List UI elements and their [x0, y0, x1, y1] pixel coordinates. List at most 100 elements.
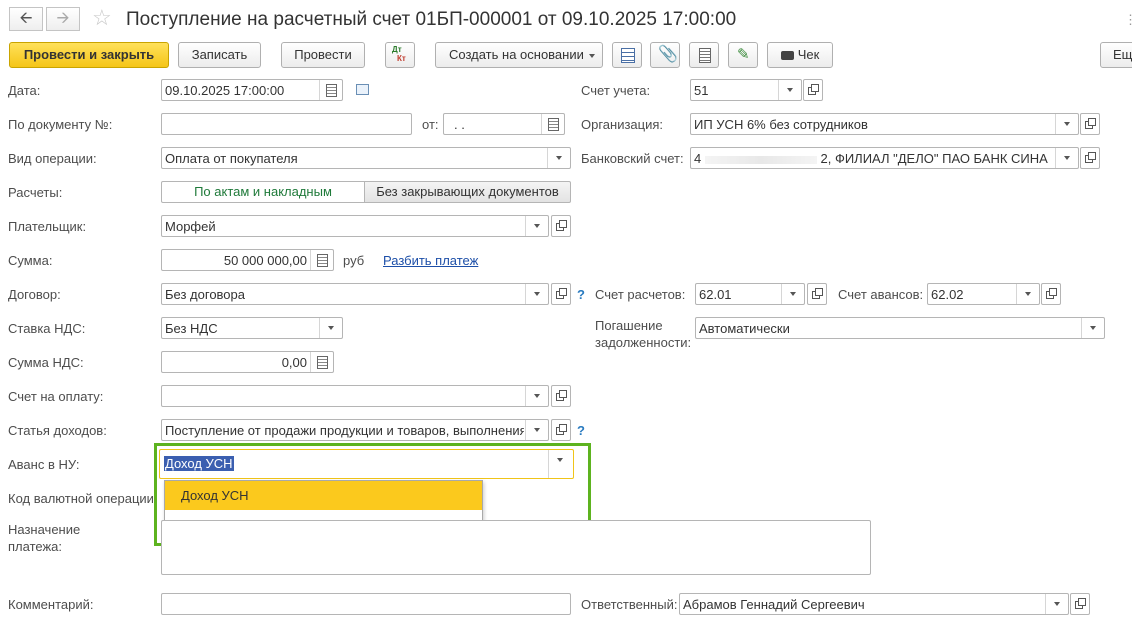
currency-op-code-label: Код валютной операции:: [8, 491, 158, 506]
open-contract-button[interactable]: [551, 283, 571, 305]
open-account-button[interactable]: [803, 79, 823, 101]
chevron-down-icon[interactable]: [1045, 594, 1068, 614]
vat-amount-label: Сумма НДС:: [8, 355, 84, 370]
payer-select[interactable]: Морфей: [161, 215, 549, 237]
amount-label: Сумма:: [8, 253, 53, 268]
operation-type-label: Вид операции:: [8, 151, 97, 166]
vat-rate-select[interactable]: Без НДС: [161, 317, 343, 339]
dt-kt-button[interactable]: Дт Кт: [385, 42, 415, 68]
settlement-account-select[interactable]: 62.01: [695, 283, 805, 305]
edit-pencil-icon: ✎: [737, 46, 750, 63]
chevron-down-icon[interactable]: [1081, 318, 1104, 338]
account-label: Счет учета:: [581, 83, 651, 98]
chevron-down-icon[interactable]: [778, 80, 801, 100]
bank-account-select[interactable]: 4 2, ФИЛИАЛ "ДЕЛО" ПАО БАНК СИНА: [690, 147, 1079, 169]
bank-account-label: Банковский счет:: [581, 151, 684, 166]
invoice-select[interactable]: [161, 385, 549, 407]
comment-label: Комментарий:: [8, 597, 94, 612]
chevron-down-icon: [589, 54, 595, 58]
back-button[interactable]: 🡨: [9, 7, 43, 31]
report-button[interactable]: [689, 42, 719, 68]
chevron-down-icon[interactable]: [548, 450, 573, 478]
advance-account-label: Счет авансов:: [838, 287, 924, 302]
open-organization-button[interactable]: [1080, 113, 1100, 135]
amount-field[interactable]: 50 000 000,00: [161, 249, 334, 271]
debt-repayment-label: Погашение задолженности:: [595, 318, 692, 350]
split-payment-link[interactable]: Разбить платеж: [383, 253, 478, 268]
from-label: от:: [422, 117, 439, 132]
chevron-down-icon[interactable]: [319, 318, 342, 338]
forward-button[interactable]: 🡪: [46, 7, 80, 31]
page-title: Поступление на расчетный счет 01БП-00000…: [126, 9, 737, 30]
receipt-button[interactable]: Чек: [767, 42, 833, 68]
operation-type-select[interactable]: Оплата от покупателя: [161, 147, 571, 169]
income-item-select[interactable]: Поступление от продажи продукции и товар…: [161, 419, 549, 441]
advance-account-select[interactable]: 62.02: [927, 283, 1040, 305]
more-dots-icon[interactable]: ⋮: [1124, 12, 1132, 28]
open-bank-account-button[interactable]: [1080, 147, 1100, 169]
currency-label: руб: [343, 253, 365, 268]
organization-select[interactable]: ИП УСН 6% без сотрудников: [690, 113, 1079, 135]
invoice-label: Счет на оплату:: [8, 389, 104, 404]
post-and-close-button[interactable]: Провести и закрыть: [9, 42, 169, 68]
open-payer-button[interactable]: [551, 215, 571, 237]
income-help-icon[interactable]: ?: [577, 423, 585, 438]
open-responsible-button[interactable]: [1070, 593, 1090, 615]
open-income-item-button[interactable]: [551, 419, 571, 441]
chevron-down-icon[interactable]: [525, 386, 548, 406]
calendar-icon[interactable]: [541, 114, 564, 134]
date-note-icon[interactable]: [356, 84, 369, 95]
chevron-down-icon[interactable]: [1055, 114, 1078, 134]
account-select[interactable]: 51: [690, 79, 802, 101]
dt-kt-icon: Дт Кт: [392, 45, 406, 63]
create-based-on-button[interactable]: Создать на основании: [435, 42, 603, 68]
settlements-no-docs-option[interactable]: Без закрывающих документов: [365, 181, 571, 203]
calendar-icon[interactable]: [319, 80, 342, 100]
printer-icon: [780, 51, 794, 61]
comment-field[interactable]: [161, 593, 571, 615]
chevron-down-icon[interactable]: [1016, 284, 1039, 304]
date-field[interactable]: 09.10.2025 17:00:00: [161, 79, 343, 101]
calculator-icon[interactable]: [310, 250, 333, 270]
post-button[interactable]: Провести: [281, 42, 365, 68]
settlements-acts-option[interactable]: По актам и накладным: [161, 181, 365, 203]
open-invoice-button[interactable]: [551, 385, 571, 407]
redacted-block: [704, 155, 817, 164]
doc-date-field[interactable]: . .: [443, 113, 565, 135]
open-settlement-account-button[interactable]: [807, 283, 827, 305]
doc-number-field[interactable]: [161, 113, 412, 135]
organization-label: Организация:: [581, 117, 664, 132]
contract-label: Договор:: [8, 287, 61, 302]
dropdown-item-usn-income[interactable]: Доход УСН: [165, 481, 482, 510]
vat-rate-label: Ставка НДС:: [8, 321, 86, 336]
arrow-right-icon: 🡪: [56, 10, 70, 27]
chevron-down-icon[interactable]: [525, 420, 548, 440]
chevron-down-icon[interactable]: [525, 216, 548, 236]
doc-number-label: По документу №:: [8, 117, 113, 132]
vat-amount-field[interactable]: 0,00: [161, 351, 334, 373]
advance-nu-label: Аванс в НУ:: [8, 457, 80, 472]
open-advance-account-button[interactable]: [1041, 283, 1061, 305]
contract-help-icon[interactable]: ?: [577, 287, 585, 302]
contract-select[interactable]: Без договора: [161, 283, 549, 305]
chevron-down-icon[interactable]: [1055, 148, 1078, 168]
paperclip-icon: 📎: [658, 46, 678, 63]
chevron-down-icon[interactable]: [525, 284, 548, 304]
arrow-left-icon: 🡨: [19, 10, 33, 27]
edit-button[interactable]: ✎: [728, 42, 758, 68]
debt-repayment-select[interactable]: Автоматически: [695, 317, 1105, 339]
payer-label: Плательщик:: [8, 219, 87, 234]
save-button[interactable]: Записать: [178, 42, 261, 68]
chevron-down-icon[interactable]: [547, 148, 570, 168]
chevron-down-icon[interactable]: [781, 284, 804, 304]
responsible-select[interactable]: Абрамов Геннадий Сергеевич: [679, 593, 1069, 615]
income-item-label: Статья доходов:: [8, 423, 107, 438]
structure-icon: [621, 48, 635, 63]
star-icon[interactable]: ☆: [92, 5, 112, 31]
advance-nu-select[interactable]: Доход УСН: [159, 449, 574, 479]
calculator-icon[interactable]: [310, 352, 333, 372]
more-button[interactable]: Ещ: [1100, 42, 1132, 68]
structure-button[interactable]: [612, 42, 642, 68]
attach-button[interactable]: 📎: [650, 42, 680, 68]
purpose-textarea[interactable]: [161, 520, 871, 575]
